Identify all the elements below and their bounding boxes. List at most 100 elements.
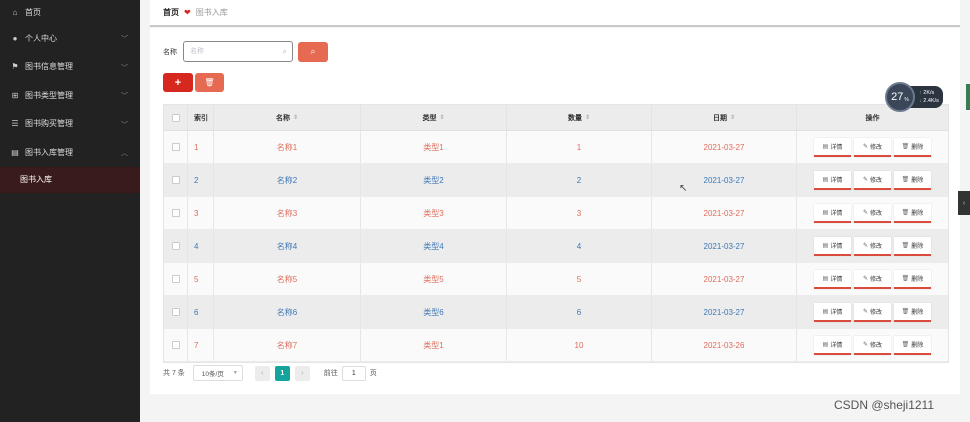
header-quantity[interactable]: 数量 ⇕ — [507, 105, 652, 130]
sidebar-item-book-stock[interactable]: ▤ 图书入库管理 ︿ — [0, 138, 140, 167]
next-page-button[interactable]: › — [294, 365, 310, 381]
sort-icon[interactable]: ⇕ — [730, 114, 735, 121]
delete-button[interactable]: 🗑 删除 — [894, 236, 931, 256]
cell-date: 2021-03-27 — [652, 263, 797, 295]
header-name[interactable]: 名称 ⇕ — [214, 105, 361, 130]
chevron-down-icon: ▼ — [232, 370, 238, 376]
delete-button[interactable]: 🗑 删除 — [894, 302, 931, 322]
page-button-1[interactable]: 1 — [274, 365, 290, 381]
cell-date: 2021-03-27 — [652, 164, 797, 196]
user-icon: ● — [12, 33, 18, 43]
table-row: 5 名称5 类型5 5 2021-03-27 ▤ 详情 ✎ 修改 🗑 删除 — [164, 263, 948, 296]
mouse-cursor-icon: ↖ — [679, 183, 688, 194]
row-select[interactable] — [164, 164, 188, 196]
sidebar-subitem-stock-in[interactable]: 图书入库 — [0, 166, 140, 193]
header-type[interactable]: 类型 ⇕ — [361, 105, 507, 130]
delete-button[interactable]: 🗑 删除 — [894, 269, 931, 289]
cell-quantity: 5 — [507, 263, 652, 295]
delete-button[interactable]: 🗑 删除 — [894, 203, 931, 223]
pencil-icon: ✎ — [862, 242, 868, 249]
cell-type: 类型1 — [361, 329, 507, 361]
detail-button[interactable]: ▤ 详情 — [814, 335, 851, 355]
sidebar-item-profile[interactable]: ● 个人中心 ﹀ — [0, 24, 140, 53]
prev-page-button[interactable]: ‹ — [254, 365, 270, 381]
trash-icon: 🗑 — [901, 176, 910, 183]
edit-button[interactable]: ✎ 修改 — [854, 203, 891, 223]
breadcrumb-current: 图书入库 — [195, 8, 228, 17]
sidebar-item-book-purchase[interactable]: ☰ 图书购买管理 ﹀ — [0, 110, 140, 139]
checkbox[interactable] — [171, 242, 180, 250]
edit-button[interactable]: ✎ 修改 — [854, 302, 891, 322]
cell-index: 2 — [188, 164, 214, 196]
edit-button[interactable]: ✎ 修改 — [854, 236, 891, 256]
header-select-all[interactable] — [164, 105, 188, 130]
goto-page-input[interactable]: 1 — [341, 365, 366, 381]
delete-button[interactable]: 🗑 删除 — [894, 170, 931, 190]
heart-icon: ❤ — [184, 8, 191, 17]
header-index: 索引 — [188, 105, 214, 130]
cell-type: 类型3 — [361, 197, 507, 229]
edge-tab[interactable] — [966, 84, 970, 110]
cell-ops: ▤ 详情 ✎ 修改 🗑 删除 — [797, 296, 948, 328]
search-button[interactable]: ⌕ — [298, 41, 328, 62]
checkbox[interactable] — [171, 176, 180, 184]
checkbox[interactable] — [171, 341, 180, 349]
cell-index: 1 — [188, 131, 214, 163]
trash-icon: 🗑 — [901, 341, 910, 348]
document-icon: ▤ — [822, 143, 829, 150]
pencil-icon: ✎ — [862, 275, 868, 282]
sidebar-item-book-type[interactable]: ⊞ 图书类型管理 ﹀ — [0, 81, 140, 110]
checkbox[interactable] — [171, 113, 180, 122]
cell-name: 名称5 — [214, 263, 361, 295]
breadcrumb: 首页 ❤ 图书入库 — [150, 0, 960, 27]
edit-button[interactable]: ✎ 修改 — [854, 137, 891, 157]
row-select[interactable] — [164, 131, 188, 163]
row-select[interactable] — [164, 296, 188, 328]
search-input[interactable] — [190, 42, 280, 61]
row-select[interactable] — [164, 263, 188, 295]
pager-total: 共 7 条 — [163, 370, 185, 377]
sidebar-item-home[interactable]: ⌂ 首页 — [0, 0, 140, 24]
sort-icon[interactable]: ⇕ — [585, 114, 590, 121]
row-select[interactable] — [164, 230, 188, 262]
search-row: 名称 ⌕ ⌕ — [163, 41, 328, 62]
row-select[interactable] — [164, 329, 188, 361]
cell-ops: ▤ 详情 ✎ 修改 🗑 删除 — [797, 329, 948, 361]
edit-button[interactable]: ✎ 修改 — [854, 269, 891, 289]
page-size-select[interactable]: 10条/页 ▼ — [192, 365, 243, 381]
cell-date: 2021-03-27 — [652, 131, 797, 163]
edit-button[interactable]: ✎ 修改 — [854, 335, 891, 355]
checkbox[interactable] — [171, 143, 180, 151]
sort-icon[interactable]: ⇕ — [439, 114, 444, 121]
sidebar-item-label: 图书类型管理 — [25, 90, 73, 100]
book-icon: ▤ — [11, 147, 19, 157]
checkbox[interactable] — [171, 308, 180, 316]
sidebar-item-book-info[interactable]: ⚑ 图书信息管理 ﹀ — [0, 53, 140, 82]
detail-button[interactable]: ▤ 详情 — [814, 137, 851, 157]
checkbox[interactable] — [171, 275, 180, 283]
cell-type: 类型4 — [361, 230, 507, 262]
breadcrumb-home[interactable]: 首页 — [163, 7, 179, 18]
detail-button[interactable]: ▤ 详情 — [814, 236, 851, 256]
edit-button[interactable]: ✎ 修改 — [854, 170, 891, 190]
trash-icon: 🗑 — [204, 78, 215, 87]
detail-button[interactable]: ▤ 详情 — [814, 302, 851, 322]
collapse-tab[interactable]: ‹ — [958, 191, 970, 215]
row-select[interactable] — [164, 197, 188, 229]
add-button[interactable]: + — [163, 73, 193, 92]
cell-quantity: 4 — [507, 230, 652, 262]
delete-button[interactable]: 🗑 删除 — [894, 335, 931, 355]
header-date[interactable]: 日期 ⇕ — [652, 105, 797, 130]
network-speed-widget[interactable]: ↑ 2K/s ↓ 2.4K/s 27% — [885, 82, 945, 112]
pencil-icon: ✎ — [862, 209, 868, 216]
detail-button[interactable]: ▤ 详情 — [814, 170, 851, 190]
trash-icon: 🗑 — [901, 242, 910, 249]
sort-icon[interactable]: ⇕ — [293, 114, 298, 121]
delete-button[interactable]: 🗑 删除 — [894, 137, 931, 157]
batch-delete-button[interactable]: 🗑 — [195, 73, 224, 92]
trash-icon: 🗑 — [901, 275, 910, 282]
detail-button[interactable]: ▤ 详情 — [814, 269, 851, 289]
cell-name: 名称6 — [214, 296, 361, 328]
detail-button[interactable]: ▤ 详情 — [814, 203, 851, 223]
checkbox[interactable] — [171, 209, 180, 217]
